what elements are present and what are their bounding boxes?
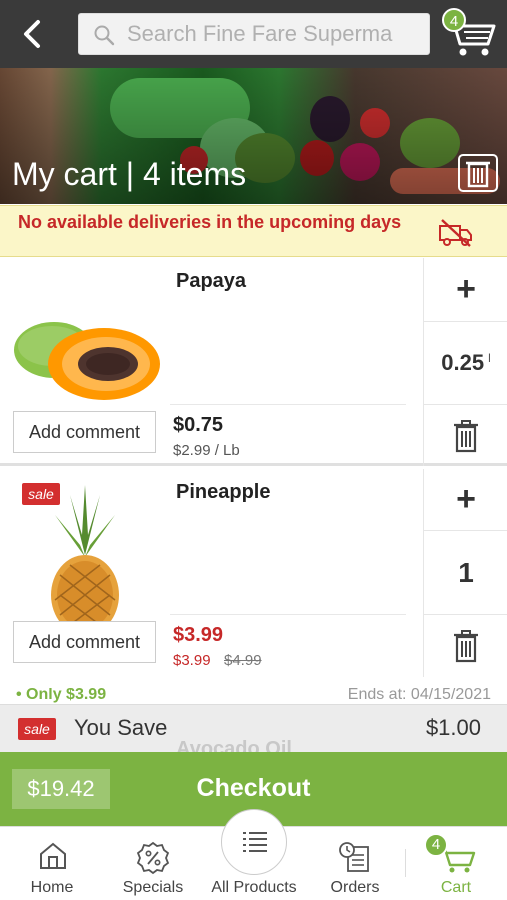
nav-home[interactable]: Home [14,827,90,900]
nav-cart[interactable]: 4 Cart [418,827,494,900]
nav-specials-label: Specials [122,879,184,896]
cart-total: $19.42 [12,769,110,809]
search-icon [93,24,115,46]
nav-orders-label: Orders [330,879,380,896]
trash-icon [454,630,478,663]
promo-text: • Only $3.99 [16,688,107,703]
nav-cart-label: Cart [440,879,472,896]
row-divider [170,614,406,615]
list-icon [243,832,267,852]
savings-bar: Avocado Oil sale You Save $1.00 [0,704,507,760]
all-products-circle [221,809,287,875]
remove-item-button[interactable] [424,615,507,677]
quantity-controls: + 0.25 l [423,258,507,466]
sale-unit-price: $3.99 [173,652,211,669]
quantity-unit: l [488,351,491,365]
cart-banner: My cart | 4 items [0,68,507,204]
nav-orders[interactable]: Orders [318,827,392,900]
increase-quantity-button[interactable]: + [424,469,507,531]
product-name: Pineapple [176,481,271,503]
clear-cart-button[interactable] [458,154,498,192]
bottom-navigation: Home Specials All Products Orders 4 Cart [0,809,507,900]
savings-amount: $1.00 [425,715,481,740]
item-price: $3.99 [173,624,224,646]
remove-item-button[interactable] [424,405,507,466]
add-comment-button[interactable]: Add comment [13,411,156,453]
trash-icon [454,419,478,452]
quantity-value: 1 [458,556,474,588]
papaya-image [14,322,160,400]
plus-icon: + [456,480,476,518]
increase-quantity-button[interactable]: + [424,258,507,322]
plus-icon: + [456,270,476,308]
nav-all-products-label: All Products [211,879,297,896]
quantity-value: 0.25 [441,350,485,375]
quantity-display: 1 [424,531,507,615]
nav-specials[interactable]: Specials [112,827,194,900]
back-arrow-icon[interactable] [18,18,48,50]
add-comment-button[interactable]: Add comment [13,621,156,663]
top-bar: 4 [0,0,507,68]
promo-end-date: Ends at: 04/15/2021 [347,688,491,703]
row-divider [170,404,406,405]
original-price: $4.99 [224,652,262,669]
search-input[interactable] [127,18,421,50]
search-box[interactable] [78,13,430,55]
nav-home-label: Home [30,879,74,896]
product-name: Papaya [176,270,247,292]
delivery-notice-text: No available deliveries in the upcoming … [18,212,402,232]
item-price: $0.75 [173,414,224,436]
promo-row: • Only $3.99 Ends at: 04/15/2021 [0,688,507,704]
specials-percent-icon [136,841,170,875]
no-delivery-truck-icon [439,219,472,247]
cart-count-badge: 4 [442,8,466,32]
page-title: My cart | 4 items [12,156,247,192]
cart-item: Papaya Add comment $0.75 $2.99 / Lb + 0.… [0,258,507,466]
orders-icon [339,842,369,872]
nav-divider [405,849,406,877]
cart-button[interactable]: 4 [440,6,498,60]
home-icon [40,842,66,869]
delivery-notice: No available deliveries in the upcoming … [0,205,507,257]
unit-price: $2.99 / Lb [173,442,240,459]
nav-cart-badge: 4 [424,833,448,857]
nav-all-products[interactable]: All Products [204,809,304,900]
quantity-controls: + 1 [423,469,507,677]
savings-label: You Save [74,715,168,740]
trash-icon [466,161,490,188]
quantity-display: 0.25 l [424,322,507,405]
pineapple-image [51,485,119,635]
sale-badge: sale [18,718,56,740]
cart-item: sale Pineapple Add comment $3.99 $3.99 $… [0,469,507,688]
